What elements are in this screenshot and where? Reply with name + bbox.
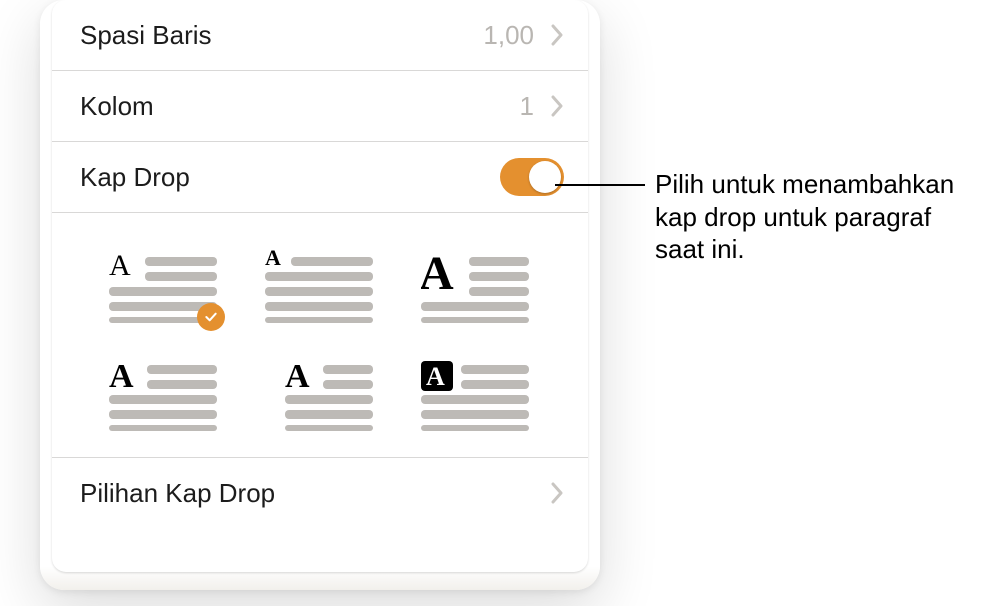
svg-text:A: A — [265, 247, 281, 270]
callout-leader-line — [555, 184, 645, 186]
drop-cap-style-6[interactable]: A — [421, 355, 531, 431]
row-drop-cap-options-label: Pilihan Kap Drop — [80, 478, 275, 509]
svg-text:A: A — [421, 247, 454, 300]
row-drop-cap: Kap Drop — [52, 142, 588, 213]
chevron-right-icon — [550, 95, 564, 117]
toggle-knob — [529, 161, 561, 193]
settings-panel: Spasi Baris 1,00 Kolom 1 — [52, 0, 588, 572]
svg-text:A: A — [285, 358, 310, 395]
drop-cap-styles-section: A A — [52, 213, 588, 458]
row-columns[interactable]: Kolom 1 — [52, 71, 588, 142]
callout-text-line1: Pilih untuk menambahkan — [655, 168, 954, 201]
settings-panel-shadow: Spasi Baris 1,00 Kolom 1 — [40, 0, 600, 590]
row-drop-cap-options[interactable]: Pilihan Kap Drop — [52, 458, 588, 528]
drop-cap-style-5[interactable]: A — [265, 355, 375, 431]
drop-cap-toggle[interactable] — [500, 158, 564, 196]
row-line-spacing[interactable]: Spasi Baris 1,00 — [52, 0, 588, 71]
row-line-spacing-label: Spasi Baris — [80, 20, 212, 51]
svg-text:A: A — [109, 358, 134, 395]
selected-check-icon — [197, 303, 225, 331]
svg-text:A: A — [426, 362, 445, 391]
row-columns-label: Kolom — [80, 91, 154, 122]
callout-text: Pilih untuk menambahkan kap drop untuk p… — [655, 168, 954, 266]
drop-cap-style-2[interactable]: A — [265, 247, 375, 323]
row-columns-value: 1 — [520, 91, 534, 122]
chevron-right-icon — [550, 482, 564, 504]
callout-text-line3: saat ini. — [655, 233, 954, 266]
drop-cap-style-1[interactable]: A — [109, 247, 219, 323]
drop-cap-style-4[interactable]: A — [109, 355, 219, 431]
row-drop-cap-label: Kap Drop — [80, 162, 190, 193]
drop-cap-style-3[interactable]: A — [421, 247, 531, 323]
callout-text-line2: kap drop untuk paragraf — [655, 201, 954, 234]
svg-text:A: A — [109, 249, 131, 282]
row-line-spacing-value: 1,00 — [483, 20, 534, 51]
chevron-right-icon — [550, 24, 564, 46]
